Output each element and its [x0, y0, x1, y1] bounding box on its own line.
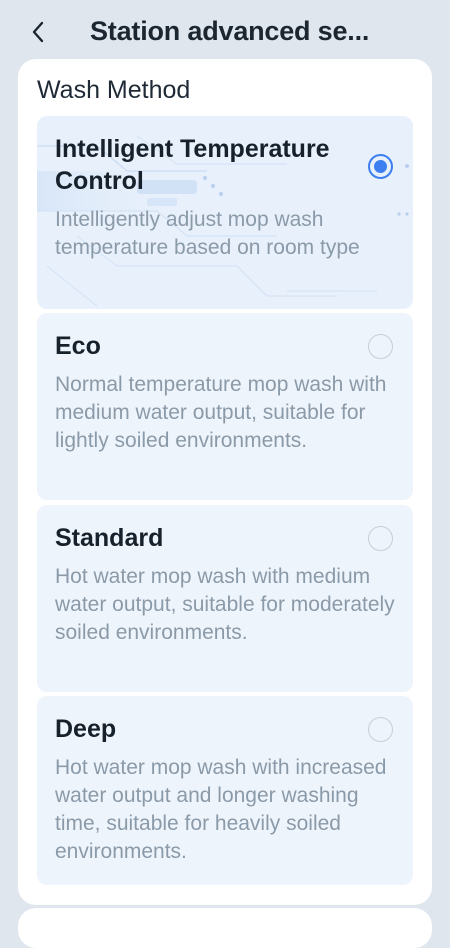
option-description: Hot water mop wash with increased water …: [55, 756, 387, 863]
option-eco[interactable]: Eco Normal temperature mop wash with med…: [37, 313, 413, 500]
option-title: Intelligent Temperature Control: [55, 135, 330, 195]
option-title: Eco: [55, 332, 101, 360]
option-description: Normal temperature mop wash with medium …: [55, 373, 387, 452]
radio-button[interactable]: [368, 334, 393, 359]
radio-button[interactable]: [368, 526, 393, 551]
radio-button[interactable]: [368, 717, 393, 742]
top-bar: Station advanced se...: [0, 0, 450, 62]
option-title: Standard: [55, 524, 164, 552]
option-deep[interactable]: Deep Hot water mop wash with increased w…: [37, 696, 413, 885]
option-description: Intelligently adjust mop wash temperatur…: [55, 208, 360, 259]
section-title: Wash Method: [37, 76, 191, 104]
radio-button-selected[interactable]: [368, 154, 393, 179]
option-standard[interactable]: Standard Hot water mop wash with medium …: [37, 505, 413, 692]
chevron-left-icon: [32, 21, 44, 43]
option-description: Hot water mop wash with medium water out…: [55, 565, 395, 644]
page-title: Station advanced se...: [90, 16, 370, 46]
next-section-card: [18, 908, 432, 948]
option-title: Deep: [55, 715, 117, 743]
wash-method-card: Wash Method Intelligent Temperature Cont…: [18, 59, 432, 905]
option-intelligent-temperature-control[interactable]: Intelligent Temperature Control Intellig…: [37, 116, 413, 309]
back-button[interactable]: [24, 18, 52, 46]
